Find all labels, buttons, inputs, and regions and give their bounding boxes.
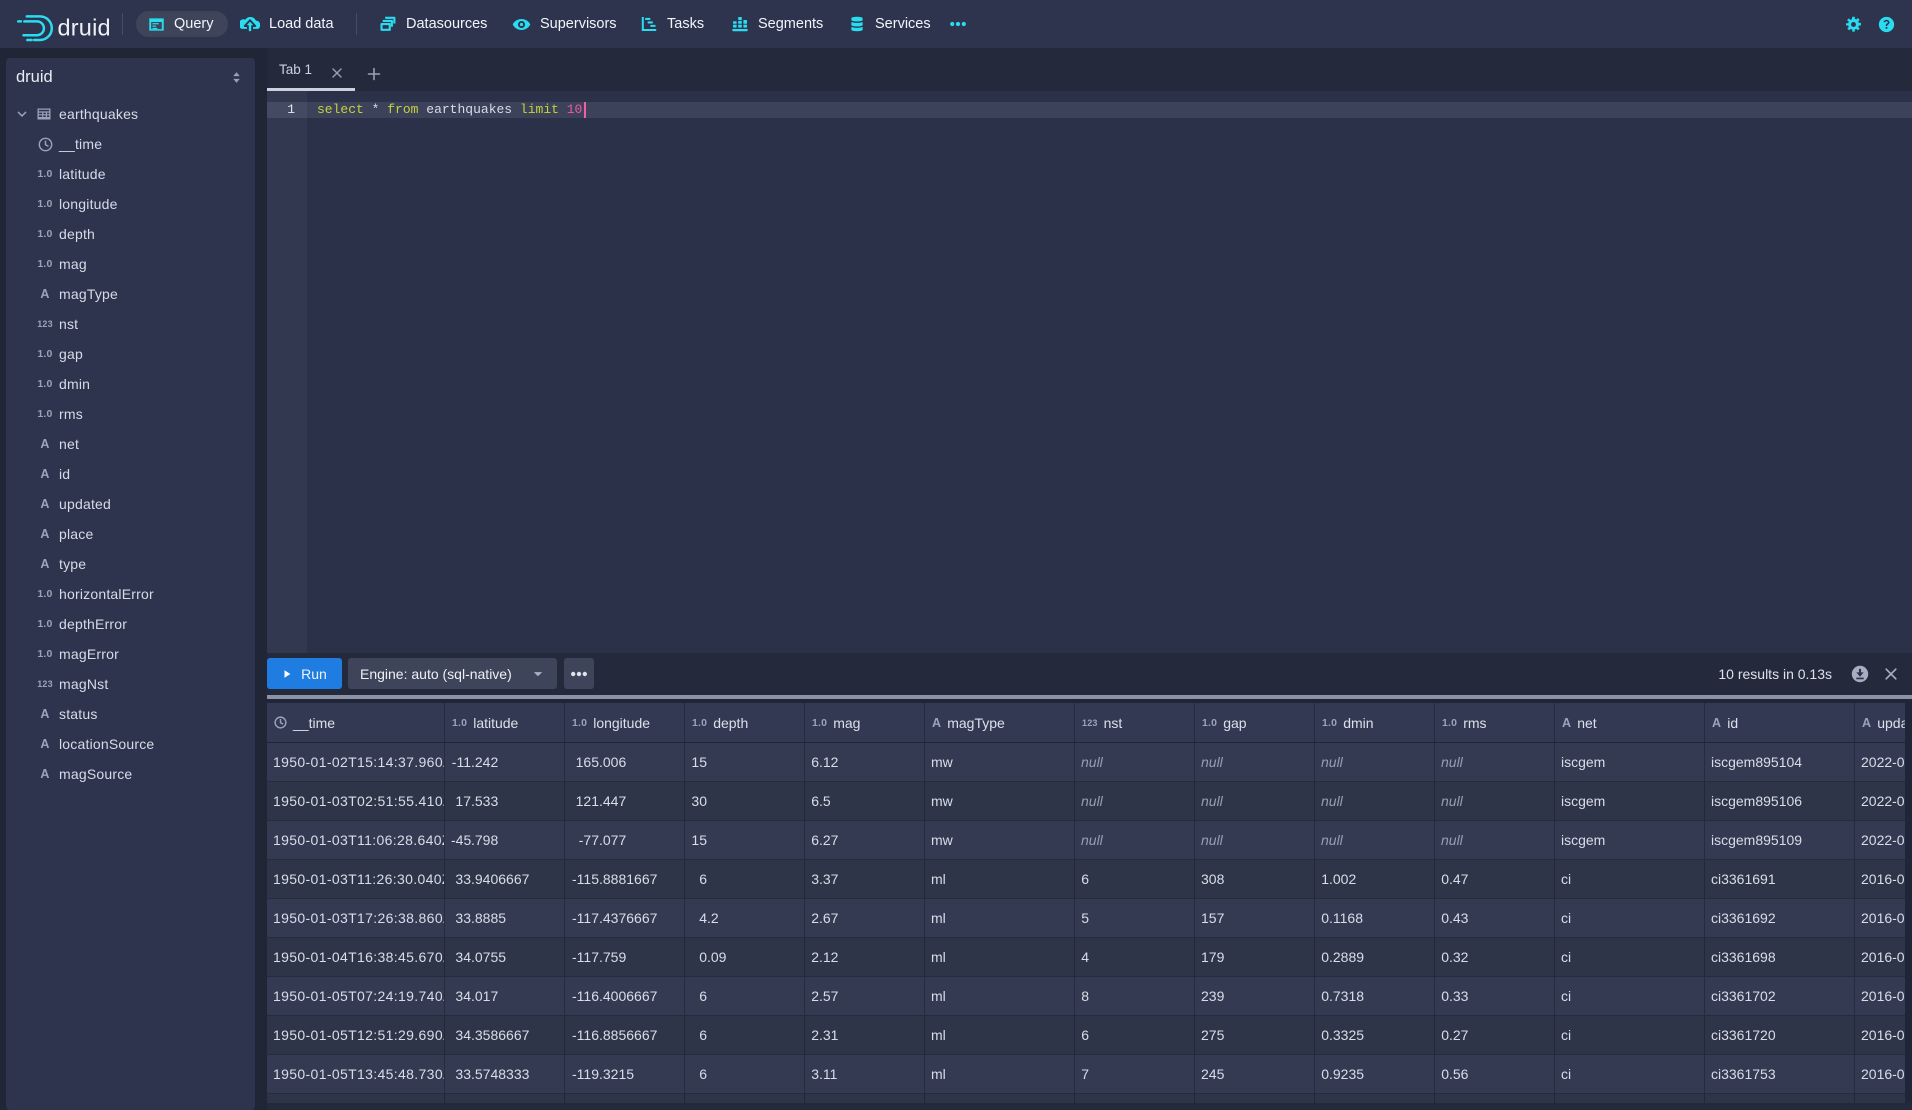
svg-text:druid: druid xyxy=(58,14,111,40)
